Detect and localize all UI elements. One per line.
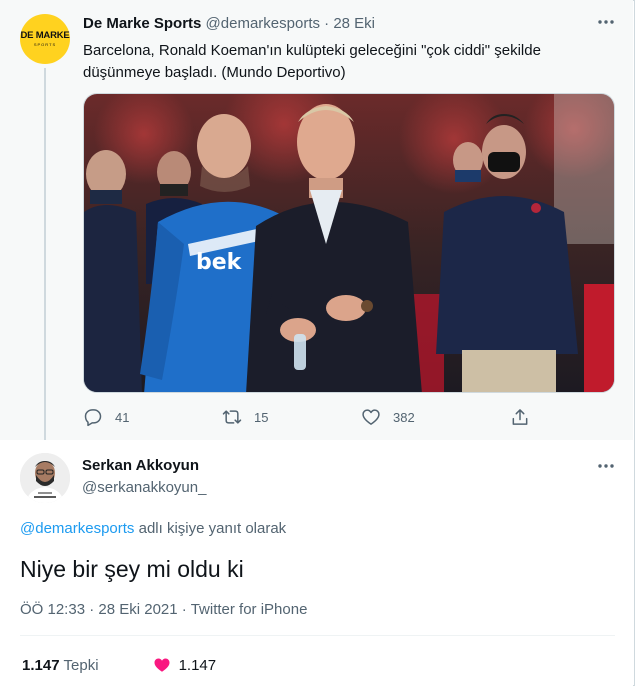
- reply-tweet: Serkan Akkoyun @serkanakkoyun_ @demarkes…: [0, 440, 633, 686]
- tweet-actions: 41 15 382: [83, 404, 543, 430]
- tweet-time[interactable]: ÖÖ 12:33: [20, 601, 85, 618]
- share-action[interactable]: [510, 404, 542, 430]
- avatar-photo: [20, 453, 70, 503]
- retweet-icon[interactable]: [222, 407, 242, 427]
- tweet-date[interactable]: 28 Eki: [333, 15, 375, 32]
- tweet-client[interactable]: Twitter for iPhone: [191, 601, 308, 618]
- tweet-metadata: ÖÖ 12:33 · 28 Eki 2021 · Twitter for iPh…: [20, 601, 307, 618]
- author-avatar[interactable]: DE MARKE SPORTS: [20, 14, 70, 64]
- reply-action[interactable]: 41: [83, 404, 129, 430]
- replying-to: @demarkesports adlı kişiye yanıt olarak: [20, 520, 286, 537]
- heart-icon: [154, 658, 170, 672]
- more-horizontal-icon[interactable]: [594, 12, 618, 32]
- engagement-stats: 1.147 Tepki 1.147: [22, 656, 216, 674]
- tweet-full-date[interactable]: 28 Eki 2021: [98, 601, 177, 618]
- reply-text: Niye bir şey mi oldu ki: [20, 556, 244, 582]
- avatar-logo-text: DE MARKE: [20, 30, 70, 42]
- retweet-action[interactable]: 15: [222, 404, 268, 430]
- retweet-count: 15: [254, 409, 269, 425]
- author-name[interactable]: De Marke Sports: [83, 15, 201, 32]
- heart-icon[interactable]: [361, 407, 381, 427]
- parent-tweet[interactable]: DE MARKE SPORTS De Marke Sports @demarke…: [0, 0, 633, 446]
- like-count: 382: [393, 409, 415, 425]
- meta-separator: ·: [89, 601, 95, 618]
- author-handle[interactable]: @demarkesports: [206, 15, 320, 32]
- tweet-text: Barcelona, Ronald Koeman'ın kulüpteki ge…: [83, 42, 541, 81]
- reactions-count[interactable]: 1.147: [22, 657, 60, 674]
- like-action[interactable]: 382: [361, 404, 415, 430]
- avatar-logo-subtext: SPORTS: [33, 41, 57, 47]
- likes-count[interactable]: 1.147: [179, 657, 217, 674]
- tweet-header: De Marke Sports @demarkesports · 28 Eki: [83, 15, 375, 32]
- jersey-sponsor-text: bek: [196, 250, 243, 275]
- meta-separator: ·: [181, 601, 187, 618]
- more-horizontal-icon[interactable]: [594, 456, 618, 476]
- replying-to-mention[interactable]: @demarkesports: [20, 520, 134, 537]
- share-icon[interactable]: [510, 407, 530, 427]
- tweet-photo[interactable]: bek: [83, 93, 615, 393]
- reply-author-name[interactable]: Serkan Akkoyun: [82, 457, 199, 474]
- reply-author-avatar[interactable]: [20, 453, 70, 503]
- reactions-label[interactable]: Tepki: [64, 657, 99, 674]
- photo-illustration: bek: [84, 94, 614, 392]
- thread-connector-line: [44, 68, 46, 446]
- reply-count: 41: [115, 409, 130, 425]
- header-separator: ·: [324, 15, 330, 32]
- reply-author-handle[interactable]: @serkanakkoyun_: [82, 479, 206, 496]
- replying-to-label: adlı kişiye yanıt olarak: [134, 520, 287, 537]
- divider: [20, 635, 615, 636]
- reply-icon[interactable]: [83, 407, 103, 427]
